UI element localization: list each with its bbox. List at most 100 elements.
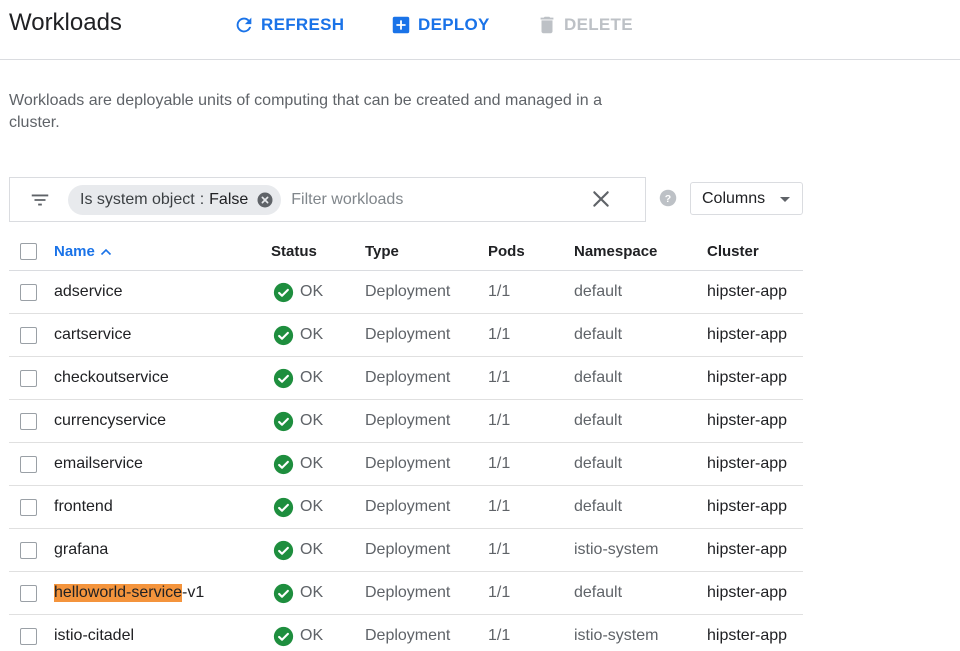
trash-icon xyxy=(536,14,558,36)
workload-name-link[interactable]: istio-citadel xyxy=(54,615,134,651)
page-description: Workloads are deployable units of comput… xyxy=(9,92,602,131)
status-cell: OK xyxy=(271,314,323,356)
cluster-cell: hipster-app xyxy=(707,283,788,300)
column-header-pods[interactable]: Pods xyxy=(488,233,525,270)
table-row[interactable]: grafana OK Deployment 1/1 istio-system h… xyxy=(9,529,803,572)
clear-filter-icon[interactable] xyxy=(589,187,613,211)
filter-input[interactable] xyxy=(291,190,562,209)
status-cell: OK xyxy=(271,357,323,399)
table-row[interactable]: cartservice OK Deployment 1/1 default hi… xyxy=(9,314,803,357)
table-row[interactable]: emailservice OK Deployment 1/1 default h… xyxy=(9,443,803,486)
column-header-namespace[interactable]: Namespace xyxy=(574,233,657,270)
select-all-checkbox[interactable] xyxy=(20,243,37,260)
row-checkbox[interactable] xyxy=(20,584,37,602)
workload-name: -v1 xyxy=(182,584,205,601)
table-row[interactable]: helloworld-service -v1 OK Deployment 1/1 … xyxy=(9,572,803,615)
status-text: OK xyxy=(300,584,324,601)
filter-chip[interactable]: Is system object : False xyxy=(68,184,282,215)
pods-cell: 1/1 xyxy=(488,283,511,300)
row-select-cell xyxy=(20,314,38,356)
check-circle-icon xyxy=(273,411,294,431)
table-row[interactable]: frontend OK Deployment 1/1 default hipst… xyxy=(9,486,803,529)
row-select-cell xyxy=(20,443,38,485)
cluster-cell: hipster-app xyxy=(707,541,788,558)
column-header-status[interactable]: Status xyxy=(271,233,317,270)
status-text: OK xyxy=(300,498,324,515)
table-row[interactable]: adservice OK Deployment 1/1 default hips… xyxy=(9,271,803,314)
table-header-row: Name Status Type Pods Namespace Cluster xyxy=(9,233,803,271)
row-checkbox[interactable] xyxy=(20,412,37,430)
row-checkbox[interactable] xyxy=(20,369,37,387)
row-checkbox[interactable] xyxy=(20,326,37,344)
namespace-cell: istio-system xyxy=(574,627,659,644)
workload-name-link[interactable]: currencyservice xyxy=(54,400,166,442)
help-icon[interactable]: ? xyxy=(659,189,677,207)
workload-name-link[interactable]: adservice xyxy=(54,271,122,313)
pods-cell: 1/1 xyxy=(488,412,511,429)
row-select-cell xyxy=(20,400,38,442)
status-text: OK xyxy=(300,326,324,343)
workload-name-link[interactable]: emailservice xyxy=(54,443,143,485)
namespace-cell: default xyxy=(574,498,623,515)
workload-name: emailservice xyxy=(54,455,143,472)
row-select-cell xyxy=(20,357,38,399)
svg-text:?: ? xyxy=(665,193,671,205)
type-cell: Deployment xyxy=(365,584,451,601)
check-circle-icon xyxy=(273,626,294,646)
row-checkbox[interactable] xyxy=(20,498,37,516)
type-cell: Deployment xyxy=(365,455,451,472)
chip-remove-icon[interactable] xyxy=(256,191,274,209)
type-cell: Deployment xyxy=(365,498,451,515)
type-cell: Deployment xyxy=(365,541,451,558)
status-cell: OK xyxy=(271,271,323,313)
workload-name: frontend xyxy=(54,498,113,515)
status-cell: OK xyxy=(271,529,323,571)
filter-list-icon[interactable] xyxy=(26,186,54,214)
row-select-cell xyxy=(20,529,38,571)
column-header-type[interactable]: Type xyxy=(365,233,399,270)
type-cell: Deployment xyxy=(365,369,451,386)
cluster-cell: hipster-app xyxy=(707,627,788,644)
row-checkbox[interactable] xyxy=(20,283,37,301)
refresh-icon xyxy=(233,14,255,36)
filter-chip-value: False xyxy=(209,190,249,208)
pods-cell: 1/1 xyxy=(488,455,511,472)
status-text: OK xyxy=(300,455,324,472)
column-header-cluster[interactable]: Cluster xyxy=(707,233,759,270)
pods-cell: 1/1 xyxy=(488,541,511,558)
status-text: OK xyxy=(300,283,324,300)
namespace-cell: default xyxy=(574,412,623,429)
filter-chip-key: Is system object xyxy=(80,190,195,208)
row-select-cell xyxy=(20,615,38,651)
columns-dropdown[interactable]: Columns xyxy=(690,182,803,215)
cluster-cell: hipster-app xyxy=(707,455,788,472)
table-row[interactable]: checkoutservice OK Deployment 1/1 defaul… xyxy=(9,357,803,400)
row-checkbox[interactable] xyxy=(20,455,37,473)
status-cell: OK xyxy=(271,400,323,442)
table-row[interactable]: istio-citadel OK Deployment 1/1 istio-sy… xyxy=(9,615,803,651)
deploy-label: DEPLOY xyxy=(418,15,490,34)
select-all-cell xyxy=(20,233,38,270)
page-title: Workloads xyxy=(9,9,122,36)
row-checkbox[interactable] xyxy=(20,627,37,645)
pods-cell: 1/1 xyxy=(488,584,511,601)
deploy-button[interactable]: DEPLOY xyxy=(390,12,490,38)
column-header-name[interactable]: Name xyxy=(54,233,112,270)
workload-name-link[interactable]: helloworld-service -v1 xyxy=(54,572,204,614)
workload-name-link[interactable]: frontend xyxy=(54,486,113,528)
refresh-button[interactable]: REFRESH xyxy=(233,12,344,38)
status-cell: OK xyxy=(271,486,323,528)
table-row[interactable]: currencyservice OK Deployment 1/1 defaul… xyxy=(9,400,803,443)
pods-cell: 1/1 xyxy=(488,369,511,386)
workload-name-link[interactable]: cartservice xyxy=(54,314,131,356)
row-checkbox[interactable] xyxy=(20,541,37,559)
workload-name-link[interactable]: checkoutservice xyxy=(54,357,169,399)
add-box-icon xyxy=(390,14,412,36)
workload-name-link[interactable]: grafana xyxy=(54,529,108,571)
workloads-table: Name Status Type Pods Namespace Cluster … xyxy=(9,233,803,651)
delete-button[interactable]: DELETE xyxy=(536,12,633,38)
cluster-cell: hipster-app xyxy=(707,369,788,386)
namespace-cell: default xyxy=(574,584,623,601)
check-circle-icon xyxy=(273,497,294,517)
cluster-cell: hipster-app xyxy=(707,412,788,429)
